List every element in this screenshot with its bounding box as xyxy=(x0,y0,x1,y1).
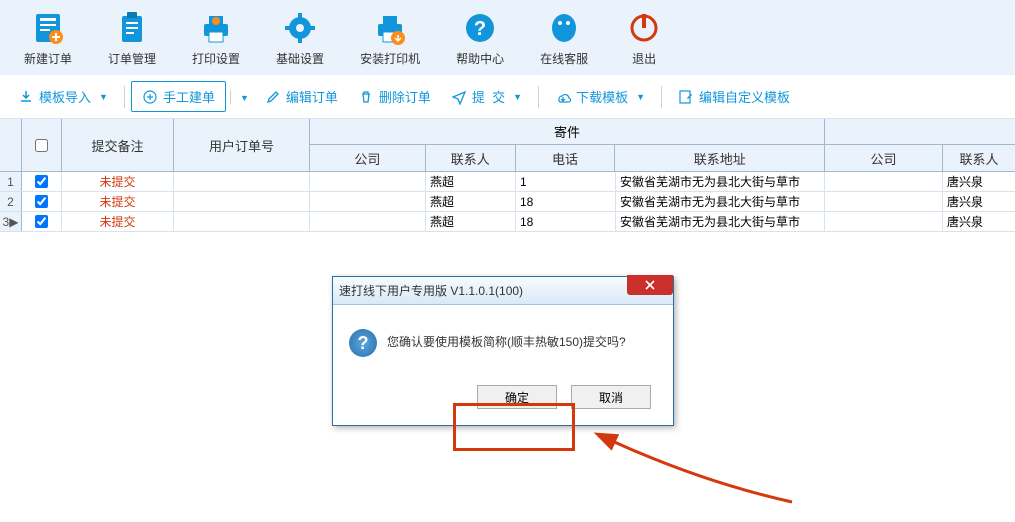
cancel-button[interactable]: 取消 xyxy=(571,385,651,409)
dialog-message: 您确认要使用模板简称(顺丰热敏150)提交吗? xyxy=(387,329,626,350)
close-icon xyxy=(644,280,656,290)
annotation-arrow xyxy=(592,432,812,522)
dialog-actions: 确定 取消 xyxy=(333,375,673,425)
confirm-dialog: 速打线下用户专用版 V1.1.0.1(100) ? 您确认要使用模板简称(顺丰热… xyxy=(332,276,674,426)
ok-button[interactable]: 确定 xyxy=(477,385,557,409)
close-button[interactable] xyxy=(627,275,673,295)
dialog-titlebar[interactable]: 速打线下用户专用版 V1.1.0.1(100) xyxy=(333,277,673,305)
dialog-title: 速打线下用户专用版 V1.1.0.1(100) xyxy=(339,282,523,299)
dialog-overlay: 速打线下用户专用版 V1.1.0.1(100) ? 您确认要使用模板简称(顺丰热… xyxy=(0,0,1015,522)
question-icon: ? xyxy=(349,329,377,357)
dialog-body: ? 您确认要使用模板简称(顺丰热敏150)提交吗? xyxy=(333,305,673,375)
